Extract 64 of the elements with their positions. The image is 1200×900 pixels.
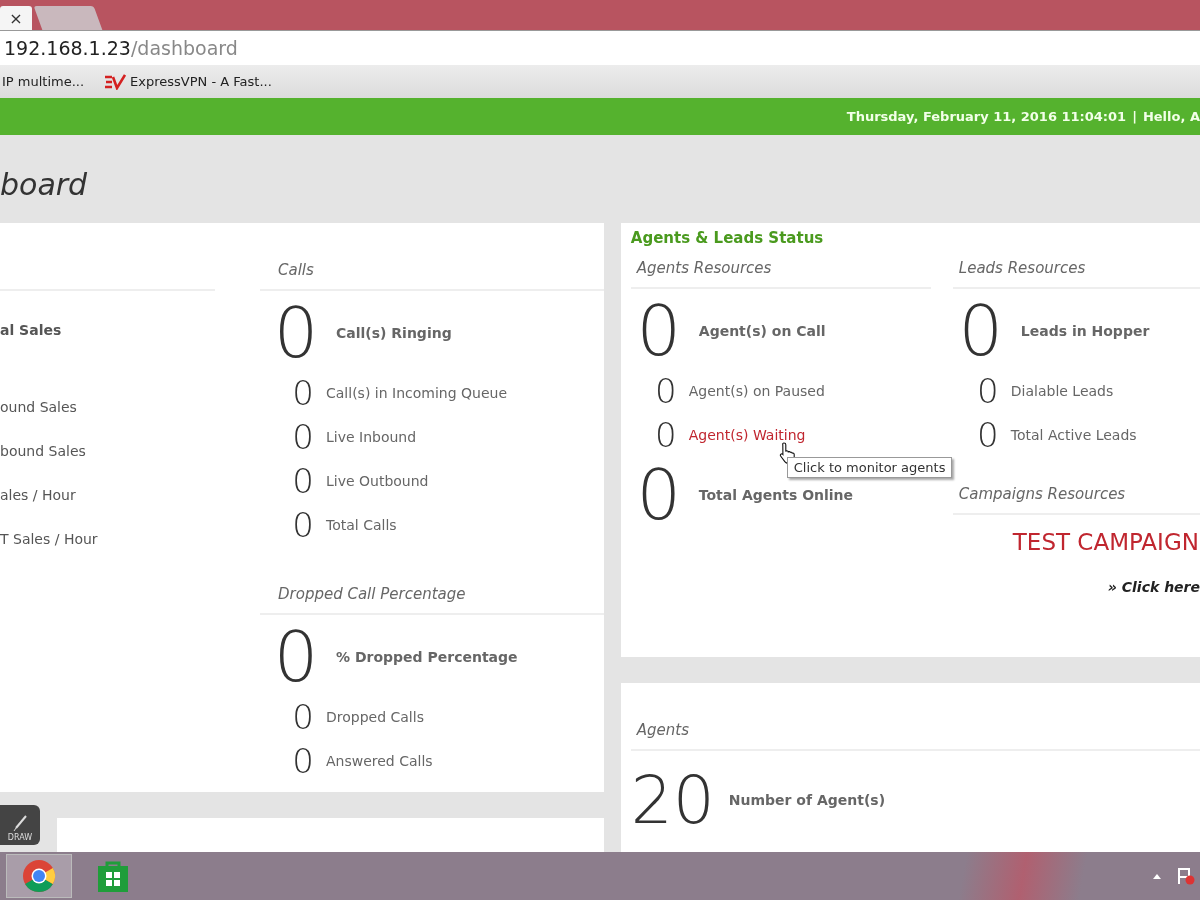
section-title: Leads Resources <box>958 259 1086 277</box>
metric-value: 20 <box>630 761 715 839</box>
metric-label: Live Inbound <box>326 429 417 445</box>
bookmark-link[interactable]: ExpressVPN - A Fast... <box>130 74 272 89</box>
section-title: Agents <box>636 721 689 739</box>
metric-value: 0 <box>291 373 315 413</box>
metric-label: Total Active Leads <box>1010 427 1137 443</box>
pen-icon <box>12 815 28 833</box>
browser-tab[interactable]: × <box>0 6 32 30</box>
browser-tab[interactable] <box>33 6 103 30</box>
metric-value: 0 <box>291 505 315 545</box>
click-here-link[interactable]: » Click here <box>1107 579 1200 595</box>
metric-value: 0 <box>975 415 1000 455</box>
store-bag-icon <box>97 859 129 893</box>
metric-label: Call(s) in Incoming Queue <box>326 385 507 401</box>
metric-label: Answered Calls <box>326 753 433 769</box>
metric-label: Dropped Calls <box>326 709 424 725</box>
taskbar-app[interactable] <box>6 854 72 898</box>
campaign-name[interactable]: TEST CAMPAIGN <box>1012 529 1199 555</box>
agents-link[interactable]: Agent(s) Waiting <box>688 427 806 443</box>
metric-value: 0 <box>653 415 678 455</box>
metric-value: 0 <box>291 417 315 457</box>
metric-label: Dialable Leads <box>1010 383 1114 399</box>
metric-value: 0 <box>653 371 678 411</box>
greeting-text: Hello, A <box>1142 109 1200 124</box>
metric-value: 0 <box>291 697 315 737</box>
logo-icon <box>104 73 127 90</box>
section-title: Dropped Call Percentage <box>278 585 466 603</box>
metric-value: 0 <box>957 290 1005 372</box>
metric-label: Number of Agent(s) <box>728 792 886 808</box>
browser-logo-icon <box>22 859 56 893</box>
address-bar[interactable]: 192.168.1.23/dashboard <box>0 30 1200 65</box>
metric-label: Total Agents Online <box>698 487 854 503</box>
bookmark-link[interactable]: IP multime... <box>2 74 85 89</box>
metric-label: T Sales / Hour <box>0 530 99 549</box>
metric-value: 0 <box>272 292 320 374</box>
metric-label: % Dropped Percentage <box>336 649 518 665</box>
metric-label: bound Sales <box>0 442 87 461</box>
card-title: Agents & Leads Status <box>630 228 825 249</box>
section-title: Campaigns Resources <box>958 485 1126 503</box>
tooltip: Click to monitor agents <box>786 457 953 478</box>
metric-label: Call(s) Ringing <box>336 325 452 341</box>
metric-value: 0 <box>975 371 1000 411</box>
metric-label: Total Calls <box>326 517 397 533</box>
date-time: Thursday, February 11, 2016 11:04:01 <box>846 109 1127 124</box>
section-title: Agents Resources <box>636 259 772 277</box>
caret-icon <box>1152 872 1162 880</box>
metric-value: 0 <box>291 461 315 501</box>
flag-icon <box>1176 867 1196 885</box>
metric-label: Leads in Hopper <box>1020 323 1150 339</box>
metric-value: 0 <box>635 454 683 536</box>
page-title: board <box>0 166 89 204</box>
metric-label: Live Outbound <box>326 473 429 489</box>
metric-value: 0 <box>272 616 320 698</box>
metric-value: 0 <box>291 741 315 781</box>
draw-button[interactable]: DRAW <box>0 805 40 845</box>
metric-label: al Sales <box>0 321 63 340</box>
metric-label: ales / Hour <box>0 486 77 505</box>
metric-label: Agent(s) on Paused <box>688 383 825 399</box>
section-title: Calls <box>278 261 314 279</box>
separator-text: | <box>1132 109 1137 124</box>
metric-label: ound Sales <box>0 398 78 417</box>
metric-label: Agent(s) on Call <box>698 323 826 339</box>
metric-value: 0 <box>635 290 683 372</box>
